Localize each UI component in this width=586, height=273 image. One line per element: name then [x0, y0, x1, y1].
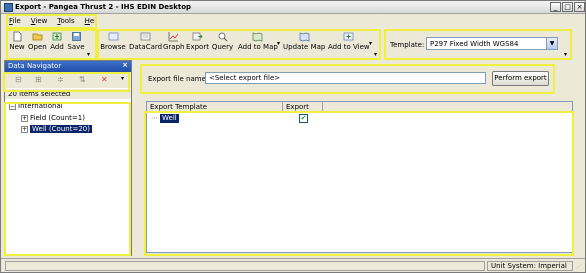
add-icon	[52, 32, 61, 41]
new-document-icon	[13, 31, 21, 42]
save-icon	[71, 32, 81, 41]
query-button[interactable]: Query	[211, 31, 234, 57]
navigator-toolbar-highlight	[3, 72, 130, 92]
add-label: Add	[50, 43, 64, 51]
export-button[interactable]: Export	[186, 31, 209, 57]
title-bar: Export - Pangea Thrust 2 - IHS EDIN Desk…	[1, 1, 585, 14]
map-update-icon	[299, 32, 309, 42]
unit-system-status: Unit System: Imperial	[487, 261, 573, 271]
add-to-view-button[interactable]: Add to View	[328, 31, 370, 57]
add-to-map-button[interactable]: Add to Map	[238, 31, 278, 57]
close-button[interactable]: ×	[574, 2, 585, 12]
add-to-map-dropdown[interactable]: ▾	[277, 40, 280, 47]
graph-icon	[168, 32, 179, 42]
add-to-view-label: Add to View	[328, 43, 370, 51]
menu-highlight	[6, 14, 97, 29]
browse-button[interactable]: Browse	[100, 31, 126, 57]
graph-button[interactable]: Graph	[163, 31, 184, 57]
template-value: P297 Fixed Width WGS84	[430, 40, 519, 48]
export-icon	[192, 32, 203, 41]
add-button[interactable]: Add	[49, 31, 65, 57]
chevron-down-icon[interactable]: ▼	[546, 38, 557, 49]
minimize-button[interactable]: _	[550, 2, 561, 12]
datacard-icon	[140, 32, 150, 41]
new-button[interactable]: New	[9, 31, 25, 57]
resize-grip-icon[interactable]: ⋰	[576, 263, 582, 270]
template-select[interactable]: P297 Fixed Width WGS84 ▼	[426, 37, 558, 50]
browse-label: Browse	[100, 43, 126, 51]
perform-export-button[interactable]: Perform export	[492, 71, 549, 86]
update-map-label: Update Map	[283, 43, 326, 51]
app-icon	[4, 3, 13, 12]
query-icon	[218, 32, 228, 42]
save-button[interactable]: Save	[67, 31, 85, 57]
window-title: Export - Pangea Thrust 2 - IHS EDIN Desk…	[15, 3, 192, 11]
view-add-icon	[343, 32, 353, 41]
toolbar-overflow-3[interactable]: ▾	[564, 51, 567, 58]
update-map-button[interactable]: Update Map	[283, 31, 325, 57]
export-file-label: Export file name:	[148, 75, 209, 83]
new-label: New	[9, 43, 25, 51]
grid-highlight	[144, 111, 574, 256]
browse-icon	[108, 32, 118, 41]
template-label: Template:	[390, 41, 425, 49]
status-bar: Unit System: Imperial ⋰	[1, 258, 585, 272]
query-label: Query	[211, 43, 234, 51]
application-window: Export - Pangea Thrust 2 - IHS EDIN Desk…	[0, 0, 586, 273]
close-icon[interactable]: ×	[122, 61, 128, 69]
export-file-input[interactable]: <Select export file>	[205, 72, 486, 84]
status-pane-main	[5, 261, 485, 271]
graph-label: Graph	[163, 43, 185, 51]
add-to-view-dropdown[interactable]: ▾	[369, 40, 372, 47]
maximize-button[interactable]: □	[562, 2, 573, 12]
toolbar-overflow-1[interactable]: ▾	[87, 51, 90, 58]
toolbar-overflow-2[interactable]: ▾	[374, 51, 377, 58]
open-label: Open	[28, 43, 47, 51]
datacard-label: DataCard	[129, 43, 163, 51]
export-label: Export	[186, 43, 209, 51]
save-label: Save	[67, 43, 85, 51]
map-add-icon	[252, 32, 262, 42]
navigator-tree-highlight	[4, 102, 131, 256]
datacard-button[interactable]: DataCard	[129, 31, 163, 57]
open-button[interactable]: Open	[28, 31, 47, 57]
data-navigator-title: Data Navigator	[8, 62, 62, 70]
add-to-map-label: Add to Map	[238, 43, 278, 51]
folder-open-icon	[32, 33, 42, 41]
data-navigator-header: Data Navigator ×	[5, 61, 131, 72]
